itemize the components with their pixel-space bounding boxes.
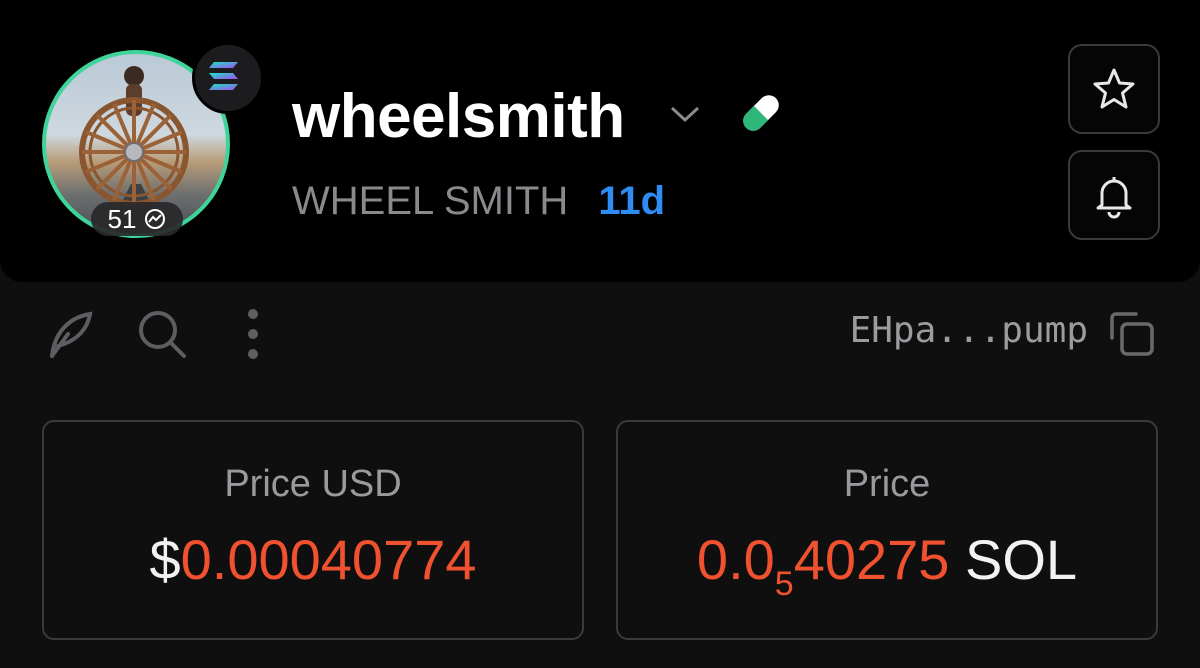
favorite-button[interactable] bbox=[1068, 44, 1160, 134]
solana-logo-icon bbox=[192, 42, 264, 114]
contract-address[interactable]: EHpa...pump bbox=[850, 310, 1088, 351]
feather-icon[interactable] bbox=[44, 306, 98, 367]
currency-prefix: $ bbox=[149, 528, 181, 591]
price-native-zero-count: 5 bbox=[774, 565, 794, 603]
holders-count: 51 bbox=[107, 203, 137, 234]
token-name: WHEEL SMITH bbox=[292, 179, 569, 223]
bell-icon bbox=[1096, 177, 1132, 219]
alert-button[interactable] bbox=[1068, 150, 1160, 240]
token-meta: WHEEL SMITH 11d bbox=[292, 178, 665, 224]
star-icon bbox=[1093, 68, 1135, 109]
price-usd-value: $0.00040774 bbox=[149, 528, 476, 592]
price-native-card: Price 0.0540275 SOL bbox=[616, 420, 1158, 640]
token-symbol: wheelsmith bbox=[292, 82, 625, 151]
price-native-lead: 0.0 bbox=[696, 528, 775, 591]
price-native-digits: 40275 bbox=[793, 528, 950, 591]
token-header: 51 wheelsmith WHEEL SMITH 11d bbox=[0, 0, 1200, 282]
holders-badge[interactable]: 51 bbox=[91, 202, 183, 236]
price-native-label: Price bbox=[843, 463, 931, 505]
search-icon[interactable] bbox=[134, 306, 190, 367]
holders-icon bbox=[145, 209, 166, 229]
price-usd-card: Price USD $0.00040774 bbox=[42, 420, 584, 640]
token-toolbar: EHpa...pump bbox=[40, 300, 1160, 366]
price-usd-number: 0.00040774 bbox=[180, 528, 477, 591]
pill-icon bbox=[734, 86, 788, 145]
more-vertical-icon[interactable] bbox=[240, 306, 266, 367]
token-age: 11d bbox=[598, 179, 666, 223]
price-usd-label: Price USD bbox=[224, 463, 402, 505]
chevron-down-icon[interactable] bbox=[666, 102, 704, 131]
price-native-value: 0.0540275 SOL bbox=[697, 528, 1077, 616]
copy-icon[interactable] bbox=[1106, 308, 1158, 363]
price-native-unit: SOL bbox=[965, 528, 1078, 591]
